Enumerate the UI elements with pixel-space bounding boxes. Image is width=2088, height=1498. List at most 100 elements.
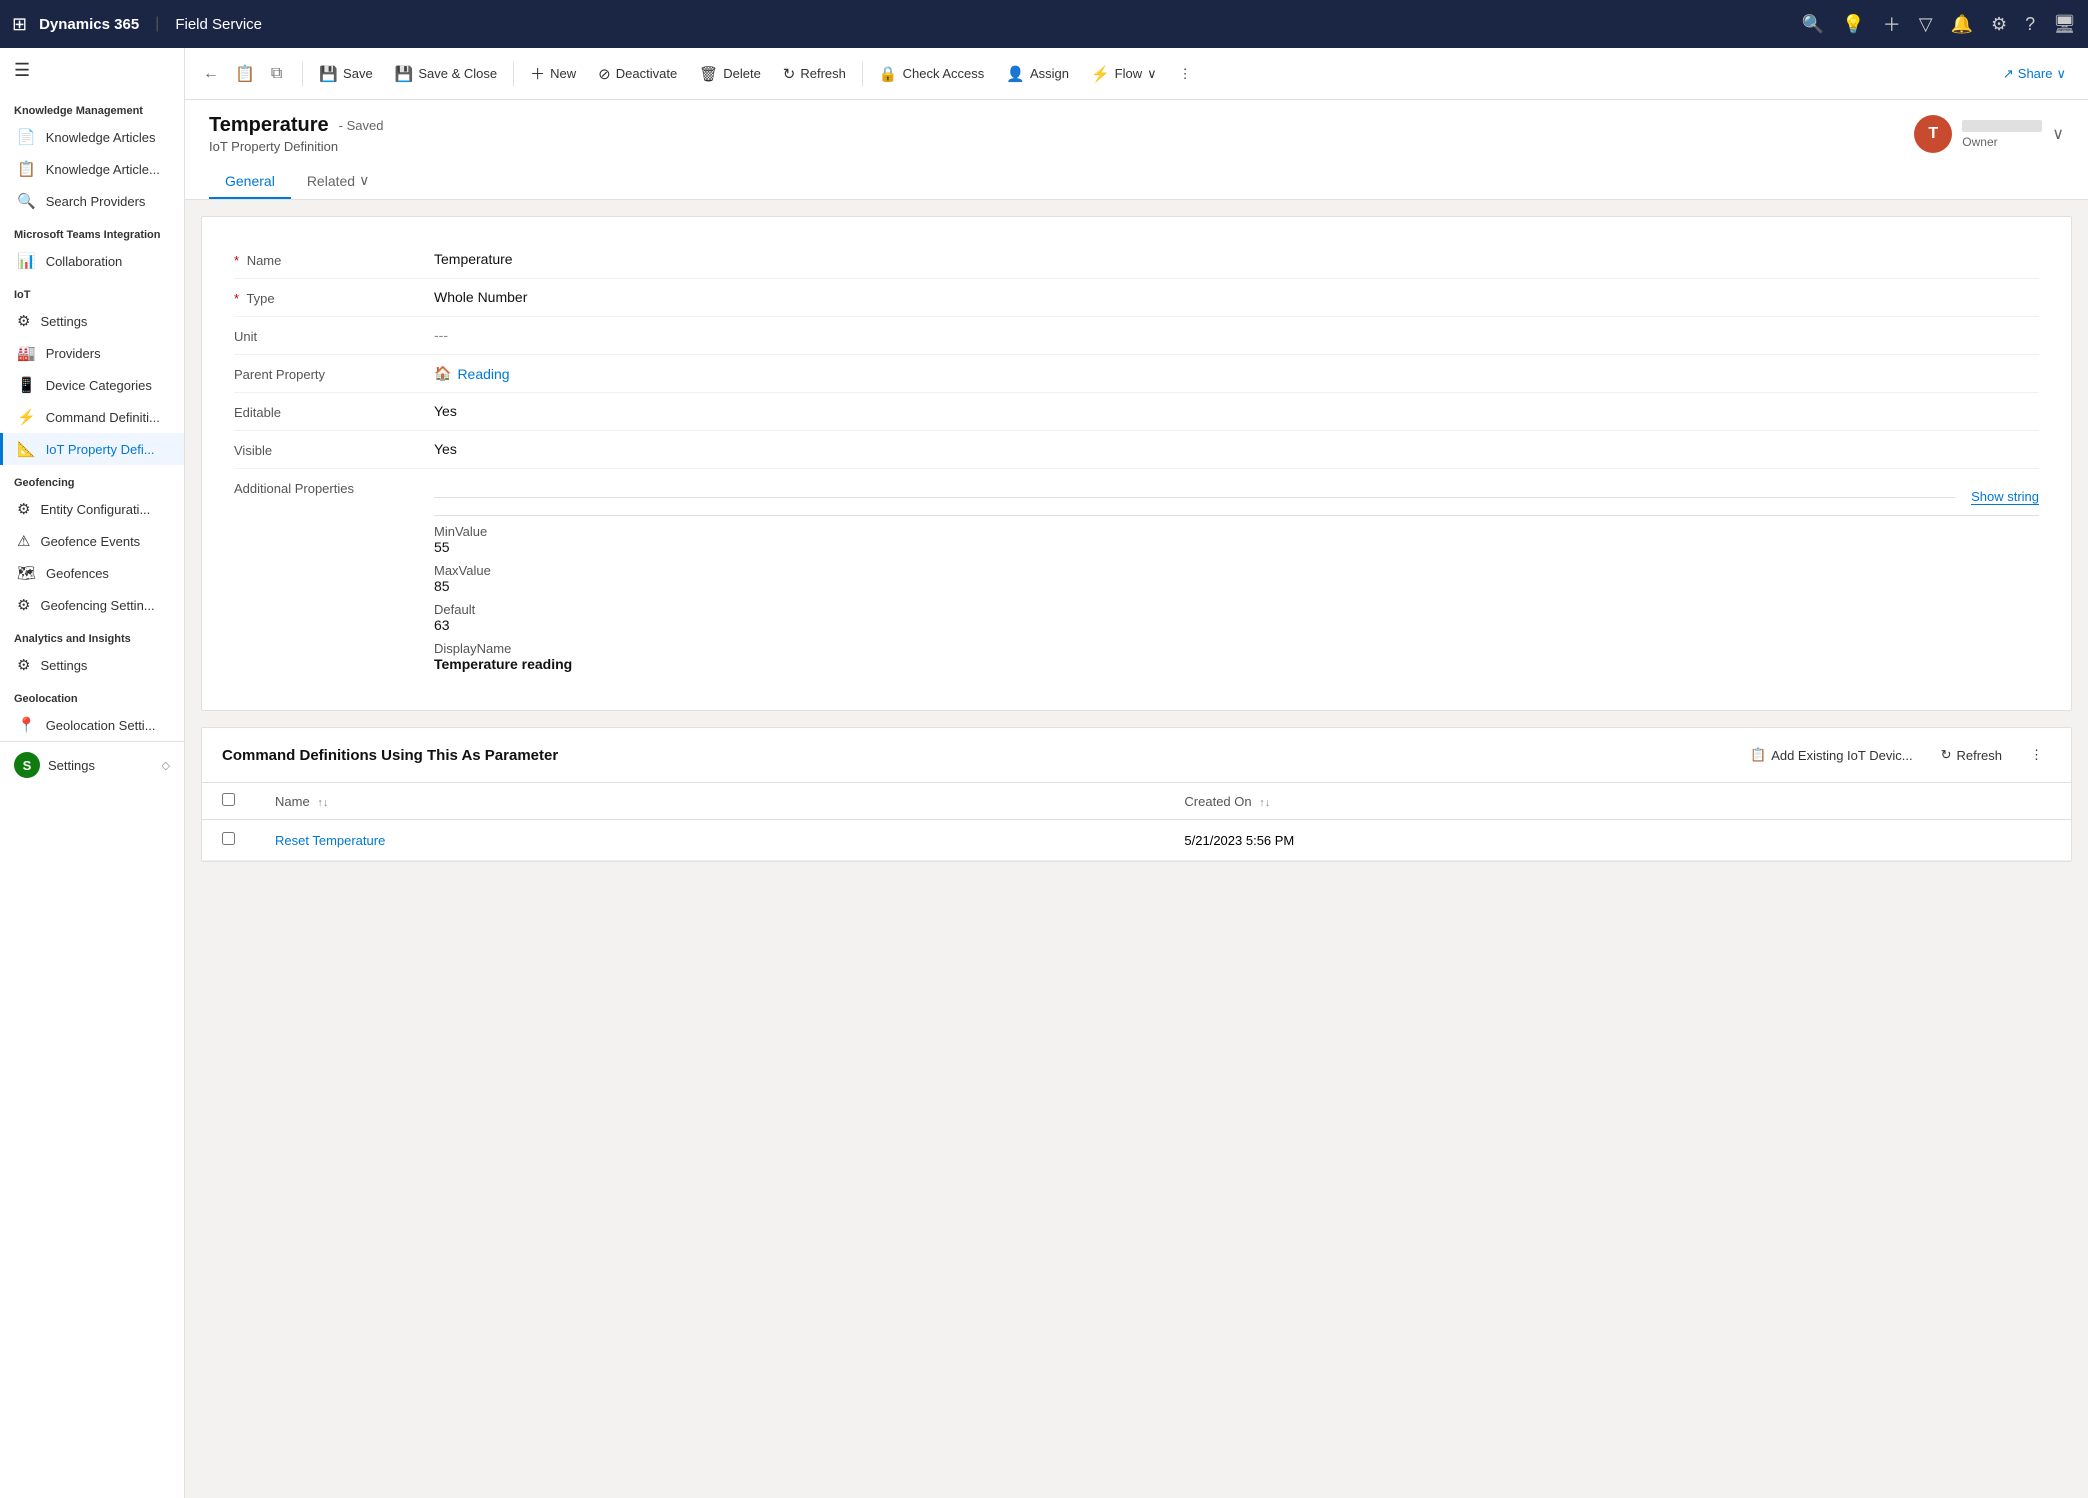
grid-icon[interactable]: ⊞ <box>12 14 27 35</box>
sidebar-item-providers[interactable]: 🏭 Providers <box>0 337 184 369</box>
parent-property-value[interactable]: 🏠 Reading <box>434 365 2039 382</box>
form-container: * Name Temperature * Type Whole Number <box>185 200 2088 1498</box>
sidebar-item-command-definitions[interactable]: ⚡ Command Definiti... <box>0 401 184 433</box>
col-created-header[interactable]: Created On ↑↓ <box>1164 783 2071 820</box>
show-string-button[interactable]: Show string <box>1971 489 2039 505</box>
props-divider <box>434 497 1955 498</box>
sidebar-item-geofences[interactable]: 🗺 Geofences <box>0 557 184 589</box>
sidebar-item-label: Collaboration <box>46 254 123 269</box>
sidebar-item-geofencing-settings[interactable]: ⚙ Geofencing Settin... <box>0 589 184 621</box>
save-close-label: Save & Close <box>418 66 497 81</box>
bell-icon[interactable]: 🔔 <box>1951 14 1973 35</box>
parent-property-icon: 🏠 <box>434 365 451 382</box>
section-refresh-label: Refresh <box>1956 748 2002 763</box>
additional-props-header: Show string <box>434 479 2039 516</box>
gear-icon[interactable]: ⚙ <box>1991 14 2007 35</box>
form-row-unit: Unit --- <box>234 317 2039 355</box>
visible-value: Yes <box>434 441 2039 457</box>
page-title: Temperature <box>209 114 329 137</box>
sidebar-section-analytics: Analytics and Insights ⚙ Settings <box>0 621 184 681</box>
save-close-button[interactable]: 💾 Save & Close <box>385 59 507 89</box>
save-button[interactable]: 💾 Save <box>309 59 382 89</box>
sidebar-item-collaboration[interactable]: 📊 Collaboration <box>0 245 184 277</box>
sidebar-item-entity-config[interactable]: ⚙ Entity Configurati... <box>0 493 184 525</box>
new-button[interactable]: ＋ New <box>520 57 586 90</box>
share-button[interactable]: ↗ Share ∨ <box>1993 60 2076 88</box>
required-asterisk: * <box>234 253 239 268</box>
owner-chevron[interactable]: ∨ <box>2052 124 2064 144</box>
expand-button[interactable]: ⧉ <box>265 61 288 87</box>
sidebar-item-search-providers[interactable]: 🔍 Search Providers <box>0 185 184 217</box>
deactivate-button[interactable]: ⊘ Deactivate <box>588 59 687 89</box>
geofences-icon: 🗺 <box>17 564 36 582</box>
sidebar-item-iot-settings[interactable]: ⚙ Settings <box>0 305 184 337</box>
sidebar-toggle[interactable]: ☰ <box>0 48 184 93</box>
help-icon[interactable]: ? <box>2025 14 2035 35</box>
new-label: New <box>550 66 576 81</box>
app-title: Dynamics 365 <box>39 16 139 33</box>
table-row: Reset Temperature 5/21/2023 5:56 PM <box>202 820 2071 861</box>
nav-icons: 🔍 💡 ＋ ▽ 🔔 ⚙ ? 🖥 <box>1802 11 2076 37</box>
assign-button[interactable]: 👤 Assign <box>996 59 1079 89</box>
section-title-knowledge: Knowledge Management <box>0 93 184 121</box>
owner-avatar: T <box>1914 115 1952 153</box>
form-row-parent-property: Parent Property 🏠 Reading <box>234 355 2039 393</box>
sidebar-item-label: Search Providers <box>46 194 146 209</box>
sidebar-item-label: Command Definiti... <box>46 410 160 425</box>
row-name-link[interactable]: Reset Temperature <box>275 833 385 848</box>
tab-general[interactable]: General <box>209 165 291 199</box>
lightbulb-icon[interactable]: 💡 <box>1842 14 1864 35</box>
refresh-button[interactable]: ↻ Refresh <box>773 59 856 89</box>
section-refresh-button[interactable]: ↻ Refresh <box>1933 742 2010 768</box>
check-access-button[interactable]: 🔒 Check Access <box>869 59 994 89</box>
page-title-row: Temperature - Saved IoT Property Definit… <box>209 114 2064 154</box>
sidebar-item-device-categories[interactable]: 📱 Device Categories <box>0 369 184 401</box>
sidebar-section-iot: IoT ⚙ Settings 🏭 Providers 📱 Device Cate… <box>0 277 184 465</box>
sidebar-item-analytics-settings[interactable]: ⚙ Settings <box>0 649 184 681</box>
analytics-settings-icon: ⚙ <box>17 656 30 674</box>
sidebar-item-geolocation-settings[interactable]: 📍 Geolocation Setti... <box>0 709 184 741</box>
min-value-label: MinValue <box>434 524 2039 539</box>
sidebar-section-geolocation: Geolocation 📍 Geolocation Setti... <box>0 681 184 741</box>
share-label: Share <box>2018 66 2053 81</box>
page-subtitle: IoT Property Definition <box>209 139 383 154</box>
sidebar-item-geofence-events[interactable]: ⚠ Geofence Events <box>0 525 184 557</box>
visible-label: Visible <box>234 441 434 458</box>
sidebar-item-label: Geofence Events <box>40 534 140 549</box>
row-checkbox-cell <box>202 820 255 861</box>
sidebar-item-iot-property-def[interactable]: 📐 IoT Property Defi... <box>0 433 184 465</box>
delete-button[interactable]: 🗑 Delete <box>689 59 771 89</box>
sidebar-section-teams: Microsoft Teams Integration 📊 Collaborat… <box>0 217 184 277</box>
flow-button[interactable]: ⚡ Flow ∨ <box>1081 59 1167 89</box>
sidebar-bottom-settings[interactable]: S Settings ◇ <box>0 741 184 788</box>
form-row-additional: Additional Properties Show string MinVal… <box>234 469 2039 686</box>
row-checkbox[interactable] <box>222 832 235 845</box>
section-more-button[interactable]: ⋮ <box>2022 742 2051 768</box>
col-name-header[interactable]: Name ↑↓ <box>255 783 1164 820</box>
filter-icon[interactable]: ▽ <box>1919 14 1933 35</box>
top-nav: ⊞ Dynamics 365 | Field Service 🔍 💡 ＋ ▽ 🔔… <box>0 0 2088 48</box>
display-name-label: DisplayName <box>434 641 2039 656</box>
tab-related[interactable]: Related ∨ <box>291 164 386 199</box>
select-all-checkbox[interactable] <box>222 793 235 806</box>
add-existing-button[interactable]: 📋 Add Existing IoT Devic... <box>1742 742 1921 768</box>
check-access-label: Check Access <box>903 66 985 81</box>
add-icon[interactable]: ＋ <box>1883 11 1901 37</box>
clipboard-button[interactable]: 📋 <box>229 60 261 88</box>
sidebar: ☰ Knowledge Management 📄 Knowledge Artic… <box>0 48 185 1498</box>
owner-name <box>1962 120 2042 132</box>
search-icon[interactable]: 🔍 <box>1802 14 1824 35</box>
command-header: Command Definitions Using This As Parame… <box>202 728 2071 783</box>
content-area: ← 📋 ⧉ 💾 Save 💾 Save & Close ＋ New ⊘ Deac… <box>185 48 2088 1498</box>
screen-icon[interactable]: 🖥 <box>2053 14 2076 35</box>
form-row-name: * Name Temperature <box>234 241 2039 279</box>
back-button[interactable]: ← <box>197 61 225 87</box>
sidebar-item-label: Knowledge Articles <box>46 130 156 145</box>
additional-content: Show string MinValue 55 MaxValue 85 <box>434 479 2039 676</box>
owner-initial: T <box>1928 125 1938 143</box>
more-button[interactable]: ⋮ <box>1169 60 1202 88</box>
sidebar-item-knowledge-articles-2[interactable]: 📋 Knowledge Article... <box>0 153 184 185</box>
geofence-events-icon: ⚠ <box>17 532 30 550</box>
collaboration-icon: 📊 <box>17 252 36 270</box>
sidebar-item-knowledge-articles[interactable]: 📄 Knowledge Articles <box>0 121 184 153</box>
